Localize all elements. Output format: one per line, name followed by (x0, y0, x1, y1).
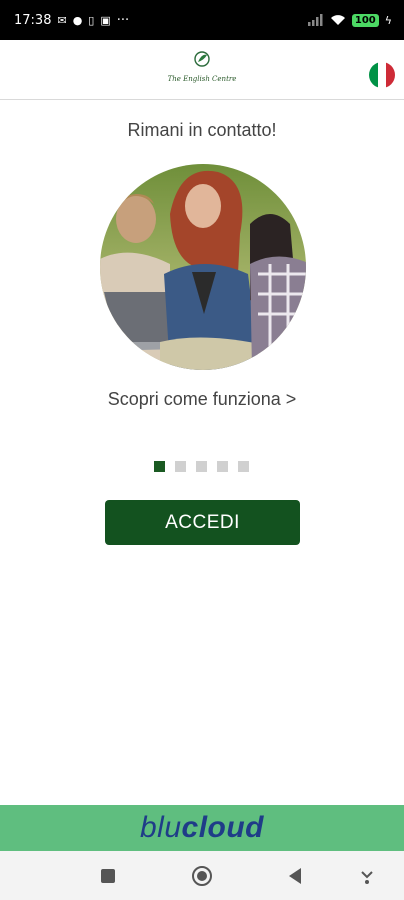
login-button[interactable]: ACCEDI (105, 500, 300, 545)
sim-icon: ▯ (88, 13, 95, 27)
students-photo (100, 164, 306, 370)
signal-icon (307, 14, 323, 26)
wifi-icon (330, 15, 345, 25)
notification-icon: ✉ (57, 13, 67, 27)
app-icon: ▣ (100, 13, 111, 27)
chat-icon: ● (72, 13, 83, 27)
brand-footer: blucloud (0, 805, 404, 851)
logo-text: The English Centre (167, 75, 237, 83)
recents-icon[interactable] (97, 865, 119, 887)
app-header: The English Centre (0, 40, 404, 100)
charging-icon: ϟ (384, 13, 392, 27)
page-dot[interactable] (175, 461, 186, 472)
status-time: 17:38 (14, 12, 52, 28)
brand-bold: cloud (181, 811, 265, 844)
page-dot[interactable] (217, 461, 228, 472)
page-dot[interactable] (238, 461, 249, 472)
brand-logo: blucloud (140, 811, 264, 845)
status-bar: 17:38 ✉ ● ▯ ▣ ··· 100 ϟ (0, 0, 404, 40)
brand-light: blu (139, 811, 182, 844)
language-flag-icon[interactable] (369, 62, 395, 88)
page-dot-active[interactable] (154, 461, 165, 472)
app-logo: The English Centre (164, 50, 240, 86)
page-title: Rimani in contatto! (127, 120, 277, 140)
back-icon[interactable] (285, 865, 307, 887)
home-icon[interactable] (191, 865, 213, 887)
how-it-works-link[interactable]: Scopri come funziona > (0, 389, 404, 410)
system-navigation-bar (0, 851, 404, 900)
page-dot[interactable] (196, 461, 207, 472)
page-indicator (154, 461, 249, 472)
more-notifications-indicator: ··· (116, 12, 130, 28)
battery-icon: 100 (351, 13, 379, 27)
hide-keyboard-icon[interactable] (356, 865, 378, 887)
leaf-logo-icon (194, 51, 210, 67)
